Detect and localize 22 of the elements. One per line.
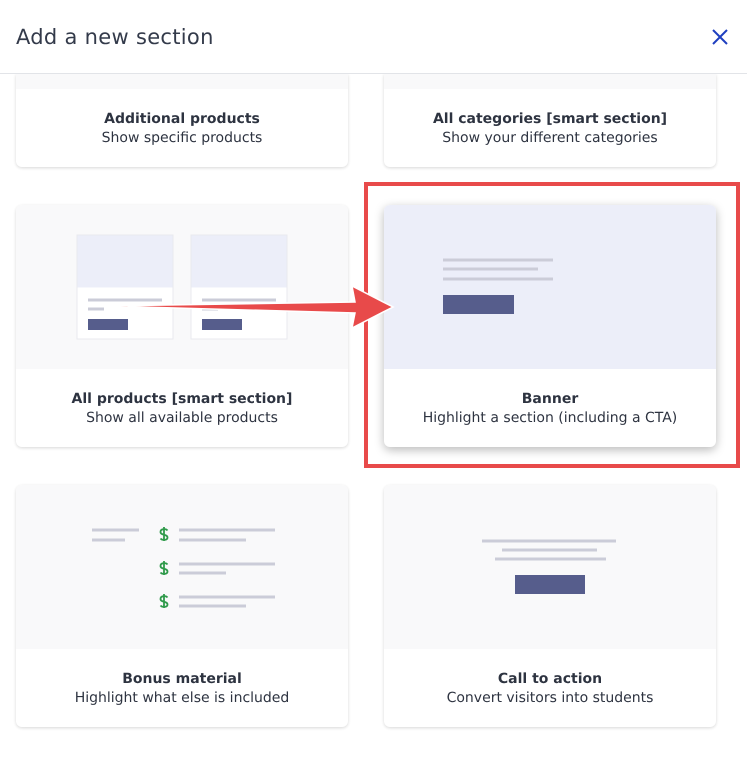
section-card[interactable]: All categories [smart section] Show your different categories [384,74,716,167]
section-title: All products [smart section] [72,390,292,406]
section-card[interactable]: Banner Highlight a section (including a CTA) [384,205,716,447]
section-card[interactable]: Bonus material Highlight what else is included [16,485,348,727]
section-title: All categories [smart section] [432,110,668,126]
section-card[interactable]: Call to action Convert visitors into students [384,485,716,727]
section-description: Convert visitors into students [446,690,654,706]
section-description: Show specific products [102,130,262,146]
section-description: Show all available products [86,410,278,426]
section-title: Additional products [104,110,260,126]
section-card[interactable]: Additional products Show specific products [16,74,348,167]
section-title: Call to action [498,670,602,686]
dollar-icon [160,560,168,576]
dollar-icon [160,593,168,609]
section-description: Show your different categories [442,130,658,146]
dialog-title: Add a new section [16,24,214,48]
section-description: Highlight a section (including a CTA) [422,410,678,426]
section-title: Bonus material [122,670,242,686]
section-title: Banner [522,390,578,406]
section-description: Highlight what else is included [74,690,290,706]
section-card[interactable]: All products [smart section] Show all available products [16,205,348,447]
dollar-icon [160,526,168,542]
